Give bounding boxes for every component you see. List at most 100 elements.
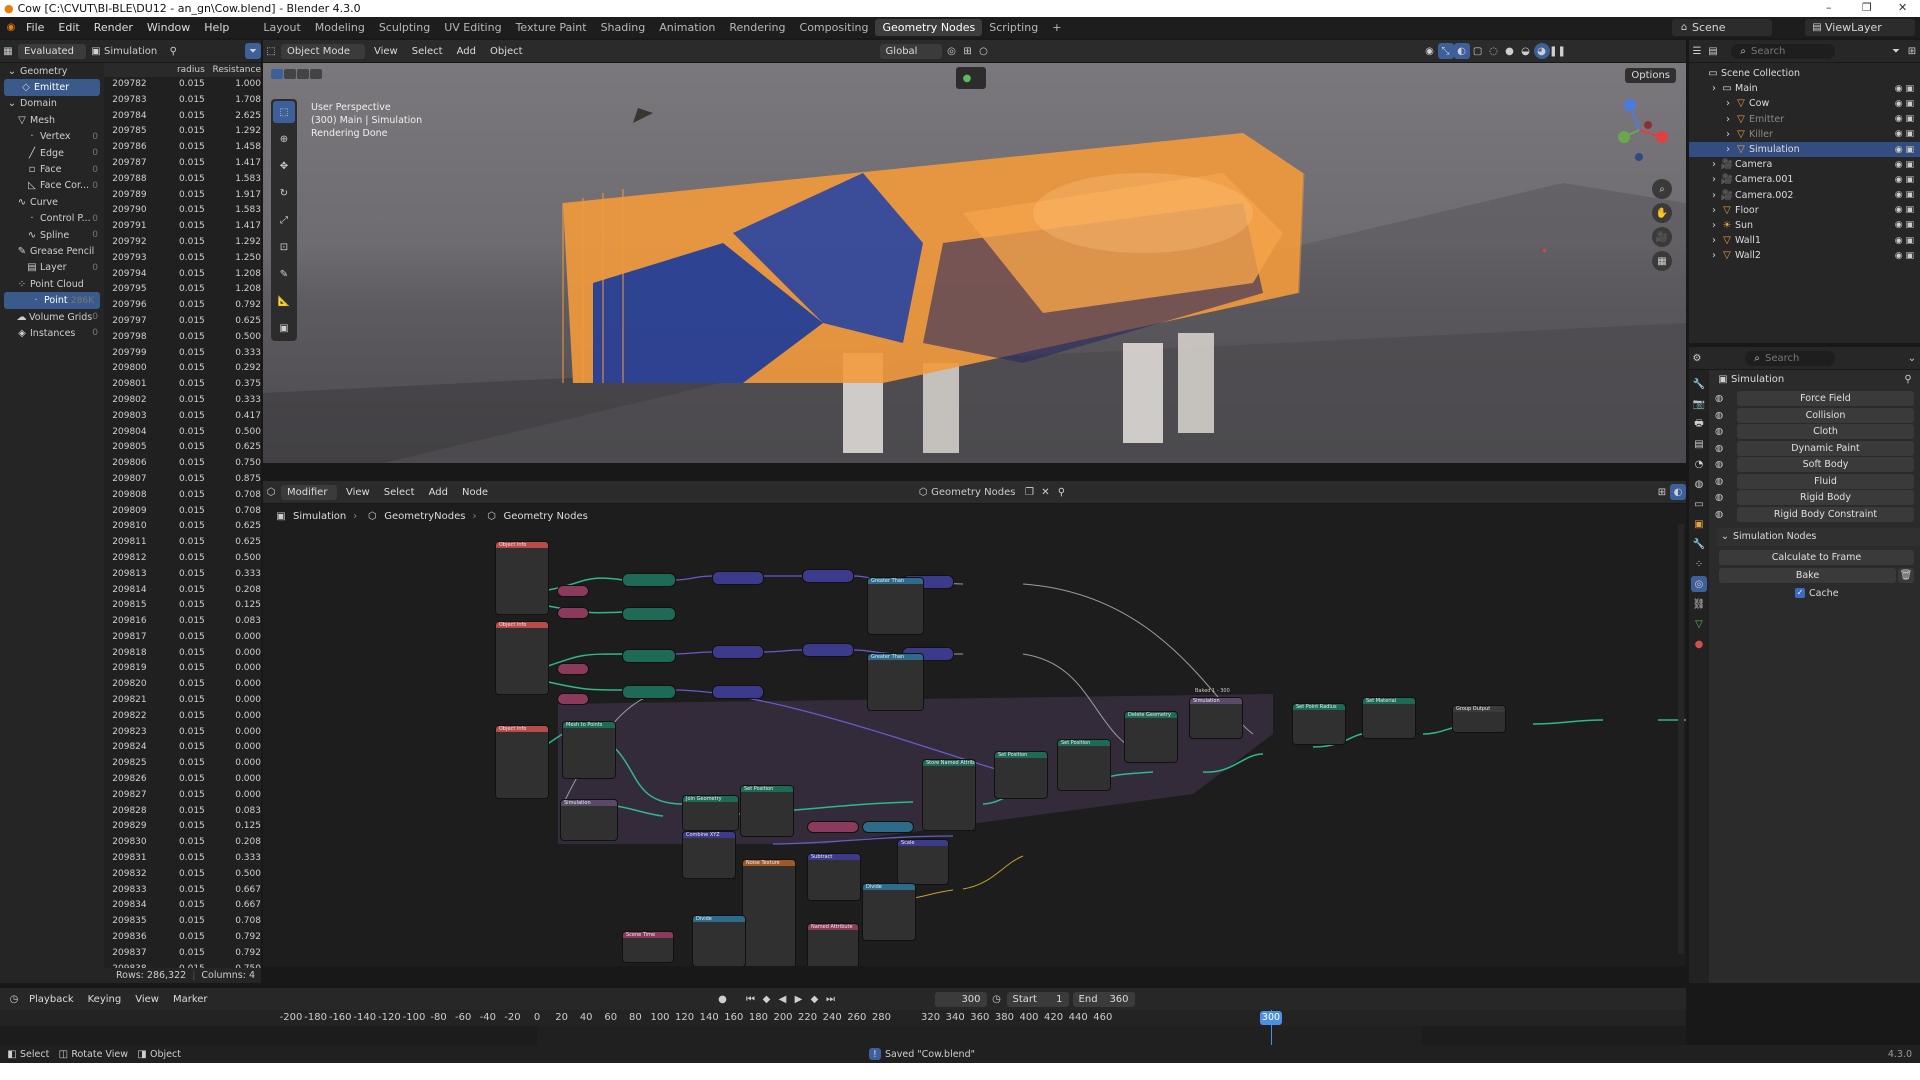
- node-join-geometry[interactable]: Join Geometry: [683, 796, 738, 830]
- node-object-info-2[interactable]: Object Info: [496, 622, 548, 694]
- node-normalize[interactable]: [803, 570, 853, 582]
- node-greater-than-2[interactable]: Greater Than: [868, 654, 923, 710]
- output-tab-icon[interactable]: 🖶: [1691, 416, 1707, 432]
- node-sample-nearest-surface-2[interactable]: [623, 608, 675, 620]
- chevron-right-icon[interactable]: ›: [1709, 248, 1719, 264]
- domain-item-emitter[interactable]: ◇ Emitter: [4, 79, 100, 96]
- overlay-node-icon[interactable]: ◐: [1670, 484, 1686, 500]
- domain-item-control-p[interactable]: · Control P... 0: [0, 211, 104, 227]
- timeline-editor-icon[interactable]: ◷: [6, 991, 22, 1007]
- rigid-body-constraint-button[interactable]: ◍ Rigid Body Constraint: [1715, 506, 1914, 522]
- node-combine-xyz[interactable]: Combine XYZ: [683, 832, 735, 878]
- outliner-item-camera-002[interactable]: › 🎥 Camera.002 ◉ ▣: [1689, 188, 1920, 203]
- node-named-attribute-2[interactable]: Named Attribute: [808, 924, 858, 966]
- modifier-tab-icon[interactable]: 🔧: [1691, 536, 1707, 552]
- visibility-eye-icon[interactable]: ◉ ▣: [1895, 236, 1914, 246]
- overlay-icon[interactable]: ◐: [1453, 43, 1470, 59]
- timeline-menu-playback[interactable]: Playback: [22, 994, 81, 1005]
- cloth-button[interactable]: ◍ Cloth: [1715, 424, 1914, 439]
- visibility-eye-icon[interactable]: ◉ ▣: [1895, 114, 1914, 124]
- prev-keyframe-icon[interactable]: ◆: [759, 991, 775, 1007]
- node-set-point-radius[interactable]: Set Point Radius: [1293, 704, 1345, 744]
- node-menu-select[interactable]: Select: [377, 487, 422, 498]
- domain-item-instances[interactable]: ◈ Instances 0: [0, 325, 104, 341]
- node-menu-add[interactable]: Add: [422, 487, 455, 498]
- node-delete-geometry[interactable]: Delete Geometry: [1125, 712, 1177, 762]
- node-add[interactable]: [863, 822, 913, 832]
- chevron-right-icon[interactable]: ›: [1723, 142, 1733, 158]
- xray-icon[interactable]: ▢: [1470, 43, 1486, 59]
- node-named-attribute[interactable]: [808, 822, 858, 832]
- node-subtract-vector[interactable]: Subtract: [808, 854, 860, 900]
- calculate-to-frame-button[interactable]: Calculate to Frame: [1719, 549, 1914, 565]
- render-tab-icon[interactable]: 📷: [1691, 396, 1707, 412]
- pivot-icon[interactable]: ◎: [944, 43, 960, 59]
- outliner-item-floor[interactable]: › ▽ Floor ◉ ▣: [1689, 203, 1920, 218]
- maximize-button[interactable]: ❐: [1862, 1, 1872, 14]
- domain-item-face[interactable]: ▫ Face 0: [0, 161, 104, 177]
- pin-tree-icon[interactable]: ⚲: [1053, 484, 1069, 500]
- start-frame-field[interactable]: Start 1: [1006, 991, 1069, 1007]
- chevron-right-icon[interactable]: ›: [1709, 233, 1719, 249]
- new-collection-icon[interactable]: ⊞: [1904, 43, 1920, 59]
- node-normal[interactable]: [558, 608, 588, 618]
- node-scene-time[interactable]: Scene Time: [623, 932, 673, 962]
- options-button[interactable]: Options: [1625, 68, 1676, 83]
- outliner-editor-icon[interactable]: ☰: [1689, 43, 1705, 59]
- node-set-material[interactable]: Set Material: [1363, 698, 1415, 738]
- domain-item-domain[interactable]: ⌄ Domain: [0, 96, 104, 112]
- evaluated-dropdown[interactable]: Evaluated: [18, 43, 86, 59]
- viewport-menu-select[interactable]: Select: [405, 46, 450, 57]
- jump-start-icon[interactable]: ⏮: [743, 991, 759, 1007]
- playhead-frame[interactable]: 300: [1260, 1011, 1282, 1025]
- visibility-eye-icon[interactable]: ◉ ▣: [1895, 160, 1914, 170]
- node-scale-vector[interactable]: Scale: [898, 840, 948, 884]
- tab-rendering[interactable]: Rendering: [722, 19, 792, 36]
- chevron-right-icon[interactable]: [1695, 66, 1705, 82]
- chevron-right-icon[interactable]: ›: [1709, 157, 1719, 173]
- domain-item-geometry[interactable]: ⌄ Geometry: [0, 63, 104, 79]
- modifier-dropdown[interactable]: Modifier: [281, 484, 337, 500]
- node-set-position[interactable]: Set Position: [741, 786, 793, 836]
- domain-item-layer[interactable]: ▤ Layer 0: [0, 260, 104, 276]
- outliner-item-simulation[interactable]: › ▽ Simulation ◉ ▣: [1689, 141, 1920, 158]
- scene-selector[interactable]: ⌂ Scene: [1672, 19, 1772, 36]
- visibility-eye-icon[interactable]: ◉ ▣: [1895, 190, 1914, 200]
- collision-button[interactable]: ◍ Collision: [1715, 407, 1914, 423]
- node-subtract-2[interactable]: [713, 646, 763, 658]
- frame-ruler[interactable]: [0, 1010, 1686, 1026]
- particles-tab-icon[interactable]: ⁘: [1691, 556, 1707, 572]
- editor-type-icon[interactable]: ▦: [0, 43, 16, 59]
- chevron-right-icon[interactable]: ›: [1709, 172, 1719, 188]
- visibility-eye-icon[interactable]: ◉ ▣: [1895, 205, 1914, 215]
- node-scale[interactable]: [713, 686, 763, 698]
- camera-view-icon[interactable]: 🎥: [1652, 227, 1672, 247]
- domain-item-face-cor[interactable]: ◺ Face Cor... 0: [0, 178, 104, 194]
- data-tab-icon[interactable]: ▽: [1691, 616, 1707, 632]
- node-position-2[interactable]: [558, 664, 588, 674]
- properties-search-input[interactable]: ⌕ Search: [1745, 350, 1835, 366]
- chevron-right-icon[interactable]: ›: [1709, 217, 1719, 233]
- move-icon[interactable]: ✥: [273, 155, 295, 177]
- chevron-right-icon[interactable]: ›: [1723, 126, 1733, 142]
- domain-item-mesh[interactable]: ▽ Mesh: [0, 112, 104, 128]
- rigid-body-button[interactable]: ◍ Rigid Body: [1715, 490, 1914, 505]
- outliner-search-input[interactable]: ⌕ Search: [1731, 43, 1835, 59]
- constraints-tab-icon[interactable]: ⛓: [1691, 596, 1707, 612]
- play-icon[interactable]: ▶: [791, 991, 807, 1007]
- menu-help[interactable]: Help: [197, 21, 236, 34]
- node-normal-2[interactable]: [558, 694, 588, 704]
- col-header-resistance[interactable]: Resistance: [205, 65, 261, 75]
- tab-animation[interactable]: Animation: [652, 19, 722, 36]
- visibility-eye-icon[interactable]: ◉ ▣: [1895, 145, 1914, 155]
- shading-solid-icon[interactable]: ●: [1502, 43, 1518, 59]
- chevron-right-icon[interactable]: ›: [1709, 187, 1719, 203]
- outliner-item-scene-collection[interactable]: ▭ Scene Collection: [1689, 66, 1920, 81]
- outliner-item-killer[interactable]: › ▽ Killer ◉ ▣: [1689, 127, 1920, 142]
- outliner-item-emitter[interactable]: › ▽ Emitter ◉ ▣: [1689, 112, 1920, 127]
- domain-item-grease-pencil[interactable]: ✎ Grease Pencil: [0, 243, 104, 259]
- measure-icon[interactable]: 📐: [273, 290, 295, 312]
- jump-end-icon[interactable]: ⏭: [823, 991, 839, 1007]
- visibility-eye-icon[interactable]: ◉ ▣: [1895, 84, 1914, 94]
- node-simulation-input[interactable]: Simulation: [561, 800, 617, 840]
